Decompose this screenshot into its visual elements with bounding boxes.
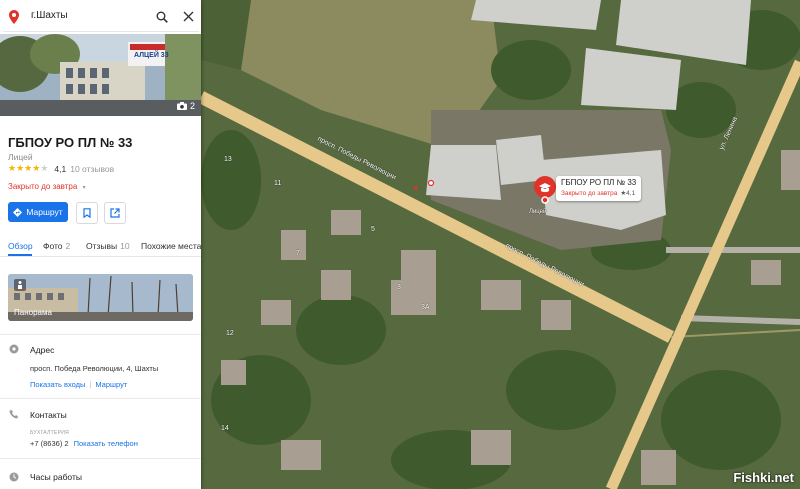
building-number: 5 — [371, 226, 375, 233]
bookmark-button[interactable] — [76, 202, 98, 224]
marker-rating: ★4,1 — [620, 190, 636, 197]
active-tab-indicator — [8, 254, 32, 256]
photo-count[interactable]: 2 — [176, 101, 195, 111]
chevron-down-icon: ▾ — [82, 185, 86, 191]
satellite-imagery — [201, 0, 800, 489]
star-icon: ★ — [8, 163, 17, 173]
search-input[interactable]: г.Шахты — [31, 10, 68, 21]
separator: | — [89, 380, 92, 389]
panorama-label: Панорама — [14, 308, 52, 317]
show-phone-link[interactable]: Показать телефон — [74, 439, 138, 448]
photo-count-value: 2 — [189, 101, 195, 111]
school-photo-image — [0, 34, 201, 116]
panorama-icon — [14, 279, 26, 291]
star-icon: ★ — [16, 163, 25, 173]
place-category: Лицей — [8, 152, 33, 162]
tab-overview[interactable]: Обзор — [8, 241, 33, 251]
hours-heading: Часы работы — [30, 472, 82, 482]
phone-row: +7 (8636) 2 Показать телефон — [30, 439, 138, 448]
tab-photos[interactable]: Фото 2 — [43, 241, 70, 251]
location-pin-icon — [9, 10, 19, 24]
rating-row[interactable]: ★★★★★ 4,1 10 отзывов — [8, 163, 114, 174]
rating-stars: ★★★★★ — [8, 163, 48, 174]
address-value: просп. Победа Революции, 4, Шахты — [30, 364, 159, 373]
address-heading: Адрес — [30, 345, 55, 355]
photo-sign-text: АЛЦЕЙ 33 — [134, 52, 169, 59]
tab-label: Обзор — [8, 241, 33, 251]
tab-label: Фото — [43, 241, 63, 251]
search-bar[interactable]: г.Шахты — [3, 4, 199, 32]
reviews-link[interactable]: 10 отзывов — [70, 164, 114, 174]
place-photo[interactable]: АЛЦЕЙ 33 2 — [0, 34, 201, 116]
camera-icon — [176, 102, 187, 110]
close-icon[interactable] — [183, 11, 194, 22]
share-icon — [110, 208, 120, 218]
route-button-label: Маршрут — [26, 207, 63, 217]
route-button[interactable]: Маршрут — [8, 202, 68, 222]
address-pin-icon — [9, 344, 19, 354]
tab-count: 2 — [65, 241, 71, 251]
place-title: ГБПОУ РО ПЛ № 33 — [8, 135, 133, 150]
contacts-heading: Контакты — [30, 410, 67, 420]
map-marker-label[interactable]: ГБПОУ РО ПЛ № 33 Закрыто до завтра ★4,1 — [556, 176, 642, 201]
phone-label: БУХГАЛТЕРИЯ — [30, 430, 70, 436]
building-number: 12 — [226, 330, 234, 337]
divider — [0, 334, 201, 335]
marker-status: Закрыто до завтра — [561, 190, 618, 197]
opening-status[interactable]: Закрыто до завтра ▾ — [8, 182, 86, 191]
building-number: 13 — [224, 156, 232, 163]
divider — [0, 458, 201, 459]
building-number: 14 — [221, 425, 229, 432]
search-icon[interactable] — [156, 11, 168, 23]
place-tabs: Обзор Фото 2 Отзывы 10 Похожие места — [0, 236, 201, 257]
route-icon — [13, 207, 23, 217]
tab-similar[interactable]: Похожие места — [141, 241, 201, 251]
building-number: 11 — [274, 180, 282, 187]
building-number: 3А — [421, 304, 430, 311]
address-links: Показать входы | Маршрут — [30, 380, 127, 389]
share-button[interactable] — [104, 202, 126, 224]
phone-number: +7 (8636) 2 — [30, 439, 69, 448]
tab-reviews[interactable]: Отзывы 10 — [86, 241, 130, 251]
clock-icon — [9, 472, 19, 482]
watermark: Fishki.net — [733, 470, 794, 485]
tab-label: Отзывы — [86, 241, 118, 251]
panorama-preview[interactable]: Панорама — [8, 274, 193, 321]
building-number: 7 — [296, 250, 300, 257]
marker-title: ГБПОУ РО ПЛ № 33 — [561, 178, 637, 187]
bookmark-icon — [83, 208, 91, 218]
satellite-map[interactable]: просп. Победы Революции просп. Победы Ре… — [201, 0, 800, 489]
opening-status-text: Закрыто до завтра — [8, 182, 78, 191]
phone-icon — [9, 409, 19, 419]
star-empty-icon: ★ — [40, 163, 49, 173]
building-number: 3 — [397, 284, 401, 291]
rating-value: 4,1 — [54, 163, 67, 174]
address-route-link[interactable]: Маршрут — [95, 380, 127, 389]
tab-count: 10 — [120, 241, 130, 251]
place-card-panel: г.Шахты АЛЦЕЙ 33 2 ГБПОУ РО ПЛ № 33 Лице… — [0, 0, 201, 489]
marker-sublabel: Лицей — [529, 209, 547, 215]
show-entrances-link[interactable]: Показать входы — [30, 380, 85, 389]
tab-label: Похожие места — [141, 241, 201, 251]
divider — [0, 398, 201, 399]
